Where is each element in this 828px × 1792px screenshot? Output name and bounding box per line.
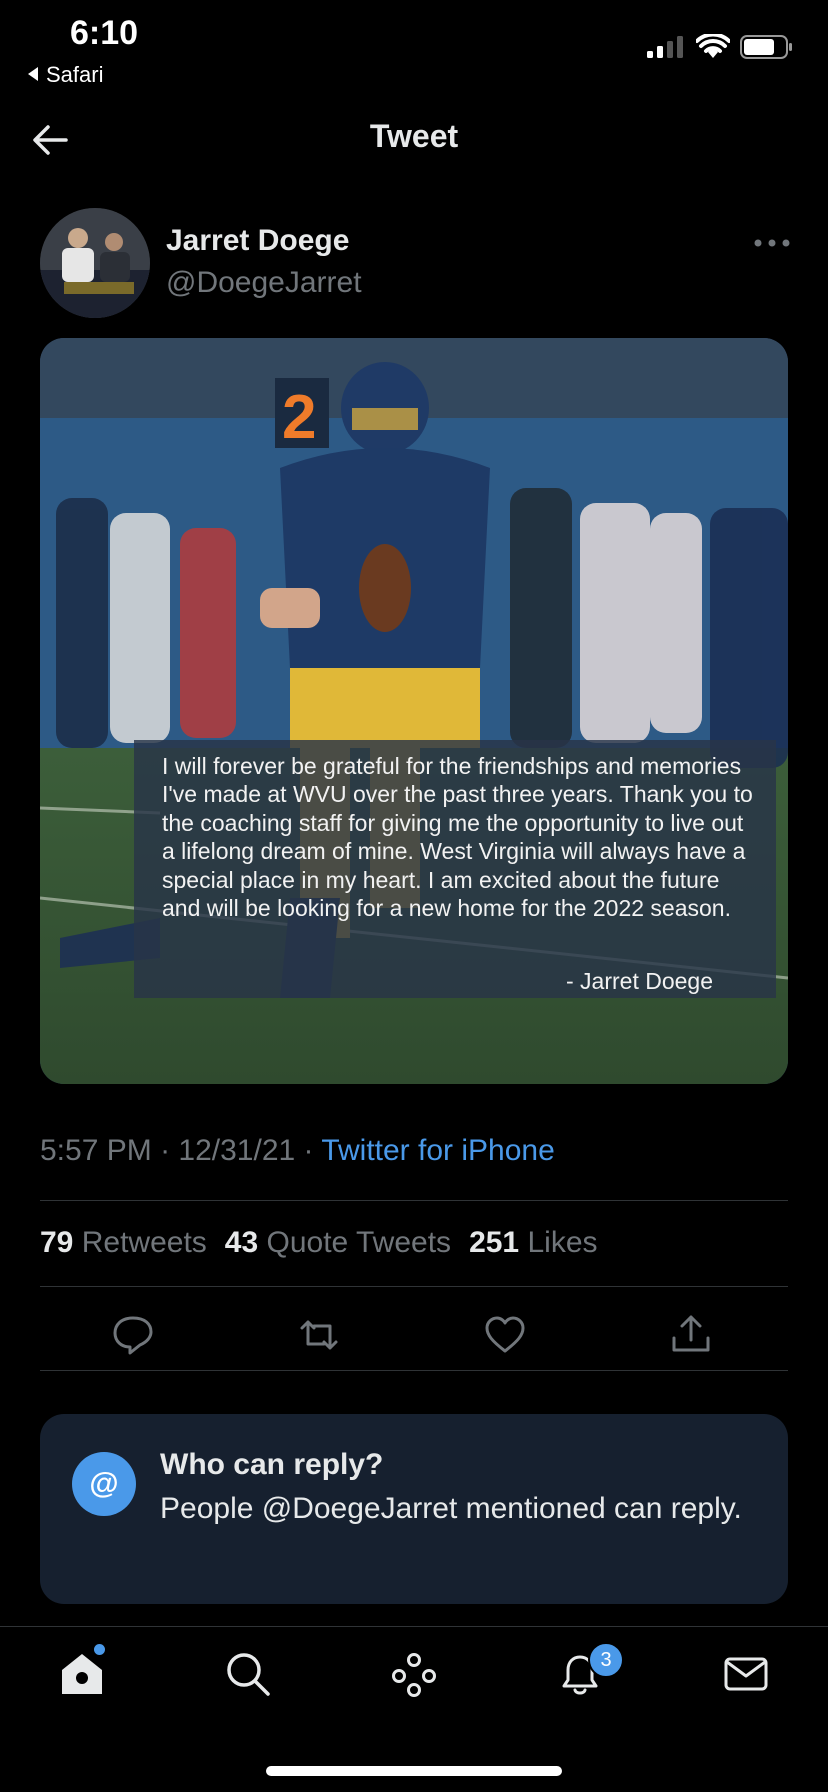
heart-icon [485,1316,525,1353]
spaces-icon [392,1653,436,1697]
tab-home[interactable] [56,1648,108,1700]
tab-bar-divider [0,1626,828,1627]
cellular-signal-icon [646,35,686,64]
status-time: 6:10 [70,14,139,52]
retweets-stat[interactable]: 79 Retweets [40,1226,207,1260]
tab-spaces[interactable] [388,1648,440,1700]
more-dots-icon [754,239,790,247]
tweet-date: 12/31/21 [178,1134,296,1167]
home-indicator[interactable] [266,1766,562,1776]
author-handle[interactable]: @DoegeJarret [166,266,362,300]
tab-search[interactable] [222,1648,274,1700]
at-sign-icon: @ [72,1452,136,1516]
reply-card-title: Who can reply? [160,1448,384,1481]
back-app-label: Safari [46,62,104,87]
image-quote-text: I will forever be grateful for the frien… [162,753,753,922]
share-button[interactable] [666,1310,716,1360]
divider [40,1286,788,1287]
status-indicators [646,32,794,65]
like-button[interactable] [480,1310,530,1360]
reply-button[interactable] [108,1310,158,1360]
author-name[interactable]: Jarret Doege [166,224,349,258]
page-title: Tweet [369,118,459,154]
tweet-time: 5:57 PM [40,1134,152,1167]
tweet-timestamp: 5:57 PM · 12/31/21 · Twitter for iPhone [40,1134,555,1167]
search-icon [227,1653,270,1696]
share-icon [672,1315,710,1352]
reply-card-text: People @DoegeJarret mentioned can reply. [160,1492,742,1525]
mail-icon [724,1657,768,1691]
quote-tweets-stat[interactable]: 43 Quote Tweets [225,1226,451,1260]
divider [40,1200,788,1201]
battery-icon [740,34,794,65]
home-icon [62,1654,102,1694]
divider [40,1370,788,1371]
more-options-button[interactable] [752,236,792,250]
wifi-icon [695,32,731,65]
comment-icon [113,1316,153,1355]
tweet-stats: 79 Retweets 43 Quote Tweets 251 Likes [40,1226,598,1260]
home-new-dot [94,1644,105,1655]
avatar[interactable] [40,208,150,318]
retweet-button[interactable] [294,1310,344,1360]
retweet-icon [300,1320,338,1350]
jersey-number-background: 2 [282,383,316,452]
tweet-source-link[interactable]: Twitter for iPhone [321,1134,554,1167]
notifications-badge: 3 [588,1642,624,1678]
likes-stat[interactable]: 251 Likes [469,1226,597,1260]
tab-messages[interactable] [720,1648,772,1700]
back-triangle-icon [26,62,40,88]
back-to-app-link[interactable]: Safari [26,62,103,88]
image-quote-signature: - Jarret Doege [566,968,714,994]
